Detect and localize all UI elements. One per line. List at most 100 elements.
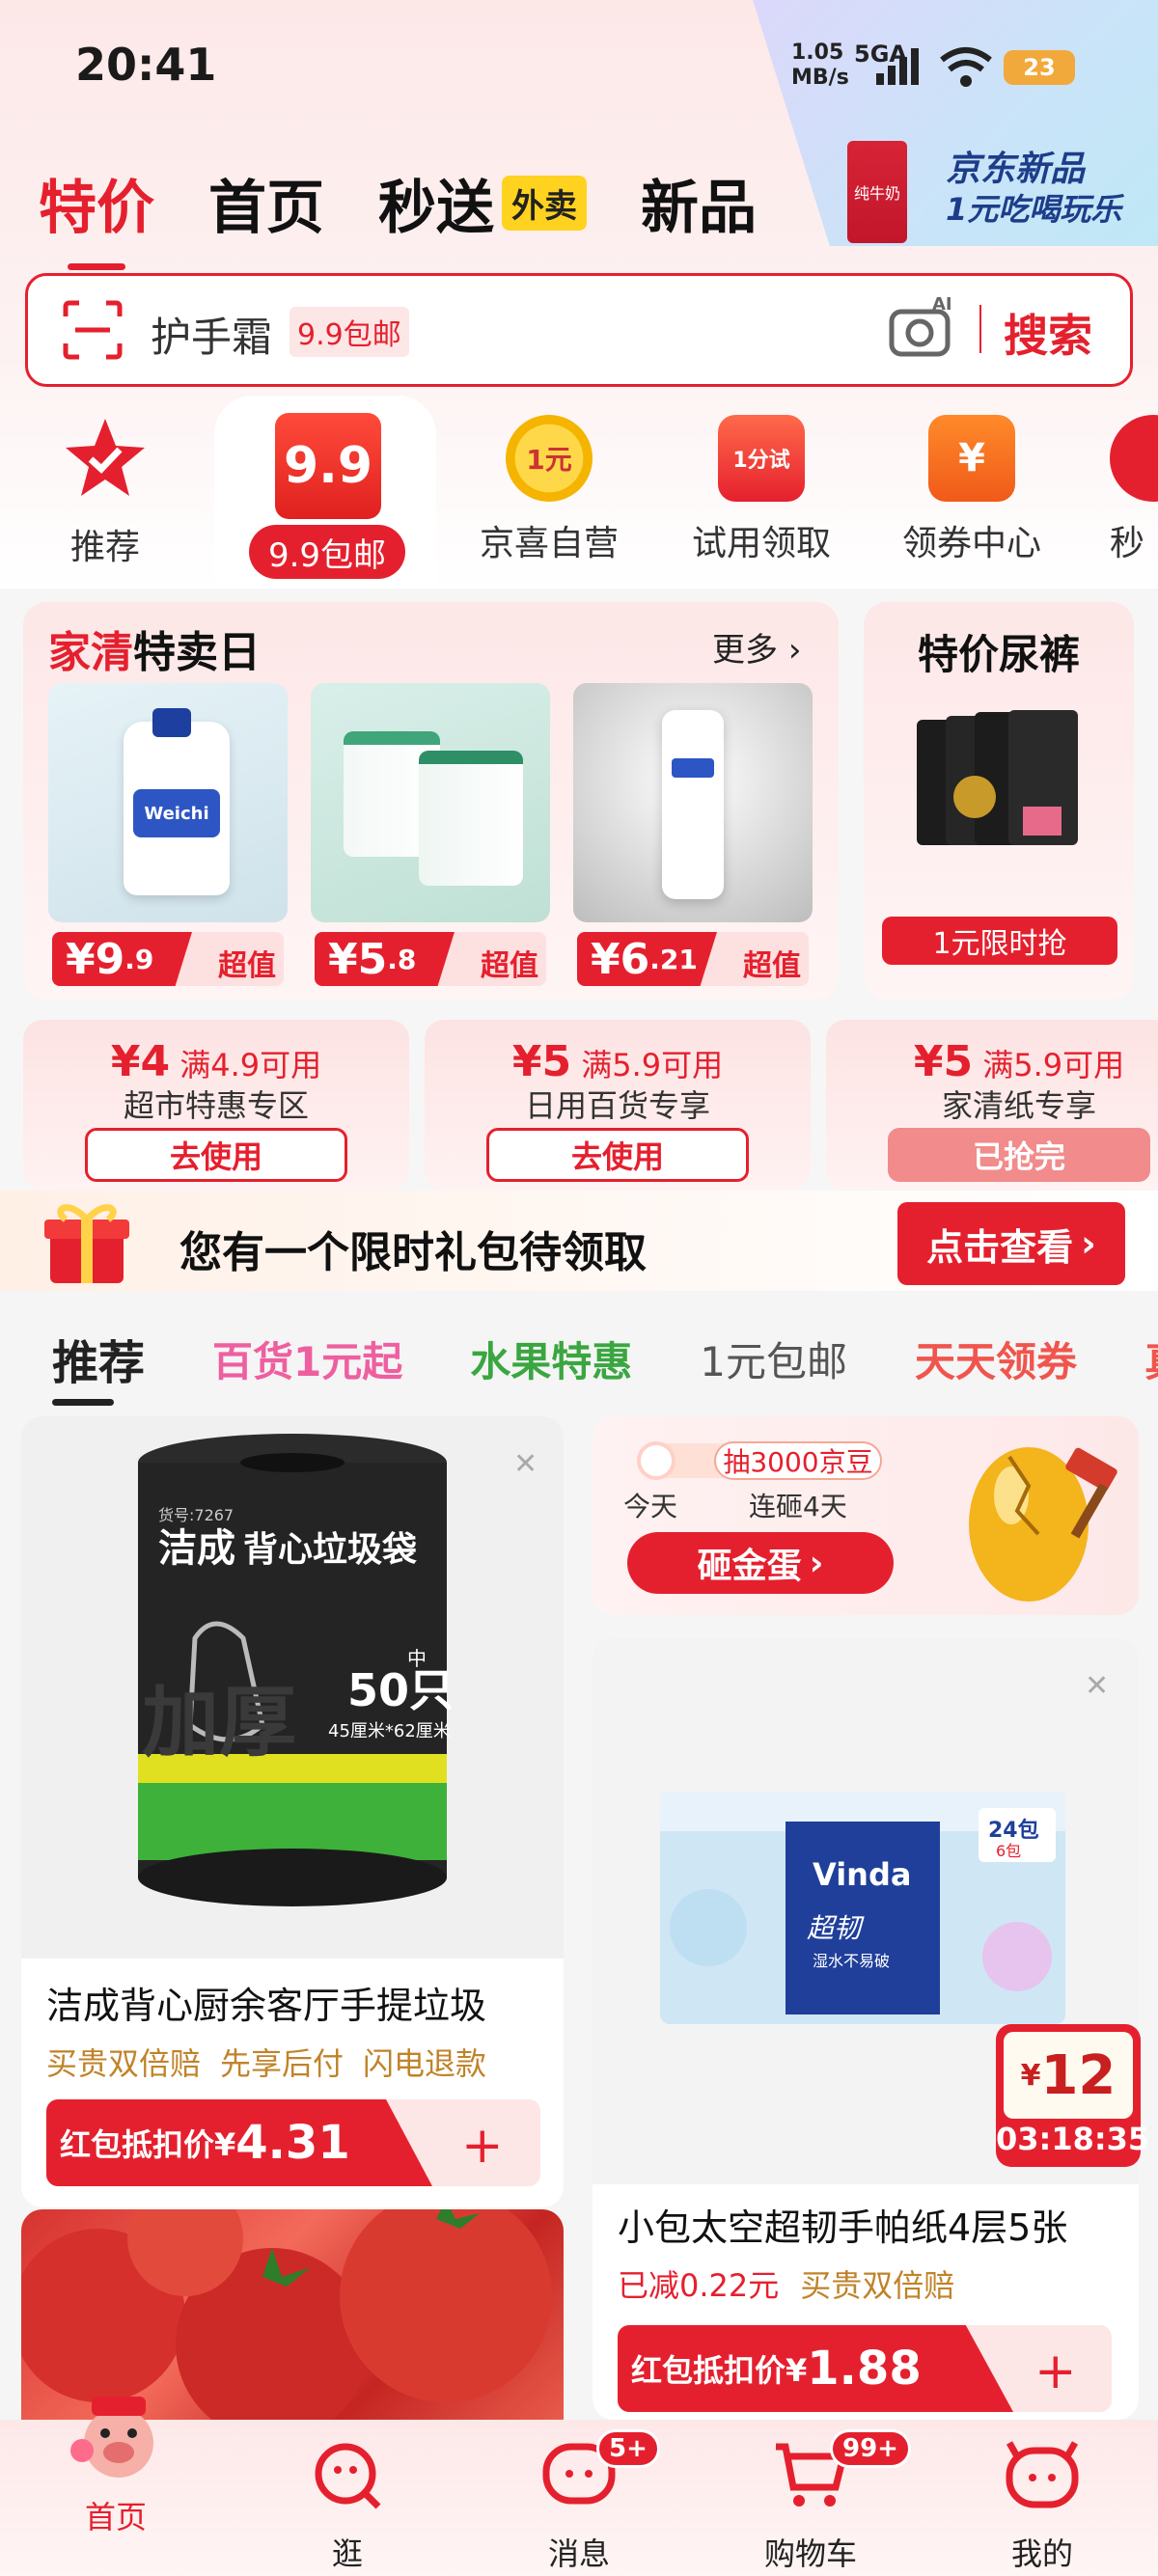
camera-ai-icon[interactable]: AI [888, 294, 955, 360]
value-tag: 超值 [743, 949, 801, 983]
detergent-bottle: Weichi [124, 708, 230, 895]
search-button[interactable]: 搜索 [1004, 301, 1092, 365]
value-tag: 超值 [218, 949, 276, 983]
product-tag: 买贵双倍赔 [800, 2267, 955, 2304]
promo-subtitle: 1元吃喝玩乐 [946, 191, 1122, 228]
scan-icon[interactable] [62, 299, 124, 361]
tissue-strong-label: 超韧 [807, 1912, 865, 1944]
category-label: 推荐 [69, 528, 140, 567]
gift-text: 您有一个限时礼包待领取 [179, 1228, 647, 1277]
tab-new[interactable]: 新品 [641, 161, 757, 245]
nav-profile[interactable]: 我的 [965, 2437, 1119, 2574]
coupon-value: 5 [541, 1037, 572, 1086]
jiaqing-title-red: 家清 [48, 628, 133, 677]
coupon-currency: ¥ [913, 1037, 944, 1086]
coupon-card[interactable]: ¥5 满5.9可用 家清纸专享 已抢完 [826, 1020, 1158, 1190]
status-speed: 1.05 MB/s [791, 41, 849, 90]
category-more[interactable]: 秒 [1110, 415, 1158, 565]
category-label: 秒 [1110, 524, 1145, 563]
feed-tab[interactable]: 百货1元起 [212, 1329, 402, 1388]
product-brand: 洁成 [158, 1526, 235, 1571]
category-recommend[interactable]: 推荐 [33, 415, 178, 569]
chevron-right-icon: › [787, 631, 802, 670]
egg-progress-dot [637, 1441, 676, 1480]
coupon-amount: ¥5 满5.9可用 [425, 1037, 811, 1086]
more-label: 更多 [712, 631, 778, 670]
jingxi-icon: 1元 [506, 415, 593, 502]
category-coupon-center[interactable]: ¥ 领券中心 [899, 415, 1044, 565]
add-to-cart-icon[interactable]: + [461, 2117, 504, 2175]
close-icon[interactable]: ✕ [513, 1447, 538, 1481]
category-99-label[interactable]: 9.9包邮 [249, 525, 405, 579]
product-tag: 闪电退款 [363, 2045, 487, 2082]
nav-browse[interactable]: 逛 [270, 2437, 425, 2574]
product-size: 45厘米*62厘米 [328, 1721, 451, 1741]
feed-tab[interactable]: 1元包邮 [700, 1329, 847, 1388]
egg-streak-label: 连砸4天 [749, 1491, 847, 1522]
home-pig-icon [70, 2397, 153, 2478]
status-time: 20:41 [75, 39, 217, 91]
tissue-roll [419, 751, 523, 886]
price-value: 1.88 [807, 2342, 922, 2396]
smash-egg-button[interactable]: 砸金蛋 › [627, 1532, 894, 1594]
tab-home[interactable]: 首页 [208, 161, 324, 245]
nav-label: 逛 [331, 2535, 363, 2572]
coupon-icon: ¥ [928, 415, 1015, 502]
category-label: 领券中心 [901, 524, 1041, 563]
bottle-cap [152, 708, 191, 737]
category-more-icon [1110, 415, 1158, 502]
nav-home[interactable]: 首页 [39, 2383, 193, 2537]
nav-cart[interactable]: 购物车 99+ [733, 2429, 911, 2574]
category-jingxi[interactable]: 1元 京喜自营 [477, 415, 621, 565]
feed-tab[interactable]: 真 [1144, 1329, 1158, 1388]
category-trial[interactable]: 1分试 试用领取 [689, 415, 834, 565]
nav-messages[interactable]: 消息 5+ [502, 2429, 660, 2574]
bottle-label: Weichi [133, 789, 220, 837]
coupon-use-button[interactable]: 去使用 [85, 1128, 347, 1182]
flash-price: ¥12 [1004, 2032, 1133, 2119]
category-99-icon[interactable]: 9.9 [275, 413, 381, 519]
flash-price-value: 12 [1040, 2043, 1117, 2107]
diaper-buy-button[interactable]: 1元限时抢 [882, 917, 1117, 965]
coupon-card[interactable]: ¥5 满5.9可用 日用百货专享 去使用 [425, 1020, 811, 1190]
gift-view-button[interactable]: 点击查看 › [897, 1202, 1125, 1285]
product-thick-stamp: 加厚 [142, 1678, 296, 1768]
promo-title: 京东新品 [946, 150, 1086, 189]
jiaqing-more-link[interactable]: 更多 › [712, 623, 801, 671]
coupon-currency: ¥ [511, 1037, 542, 1086]
cleaner-image [573, 683, 813, 922]
chevron-right-icon: › [809, 1543, 824, 1583]
coupon-use-button[interactable]: 去使用 [486, 1128, 749, 1182]
tissue-note: 湿水不易破 [813, 1952, 890, 1970]
tab-miaosong[interactable]: 秒送 [378, 161, 494, 245]
price-int: ¥6 [591, 934, 650, 984]
wifi-icon [940, 47, 992, 87]
promo-product-label: 纯牛奶 [853, 184, 900, 203]
feed-tab[interactable]: 推荐 [52, 1325, 145, 1392]
feed-tab[interactable]: 水果特惠 [470, 1329, 632, 1388]
coupon-name: 超市特惠专区 [123, 1087, 309, 1124]
waimai-badge: 外卖 [502, 175, 587, 231]
tissue-image [311, 683, 550, 922]
close-icon[interactable]: ✕ [1085, 1669, 1109, 1703]
product-brand-text: 洁成 背心垃圾袋 [158, 1526, 417, 1571]
jiaqing-product[interactable]: ¥5.8 超值 [311, 683, 550, 992]
coupon-amount: ¥5 满5.9可用 [826, 1037, 1158, 1086]
feed-tab-indicator [52, 1399, 114, 1406]
coupon-card[interactable]: ¥4 满4.9可用 超市特惠专区 去使用 [23, 1020, 409, 1190]
price-tag: ¥9.9 超值 [52, 932, 284, 986]
product-name: 背心垃圾袋 [243, 1530, 417, 1570]
diaper-title: 特价尿裤 [917, 631, 1080, 678]
product-title: 洁成背心厨余客厅手提垃圾 [46, 1985, 487, 2027]
jiaqing-product[interactable]: Weichi ¥9.9 超值 [48, 683, 288, 992]
chevron-right-icon: › [1081, 1222, 1096, 1265]
add-to-cart-icon[interactable]: + [1034, 2343, 1077, 2400]
jiaqing-product[interactable]: ¥6.21 超值 [573, 683, 813, 992]
search-input[interactable]: 护手霜 [151, 305, 272, 364]
coupon-soldout-button: 已抢完 [888, 1128, 1150, 1182]
tab-tejia[interactable]: 特价 [39, 161, 154, 270]
cleaner-label [672, 758, 714, 778]
price-prefix: 红包抵扣价¥ [60, 2126, 236, 2163]
price-prefix: 红包抵扣价¥ [631, 2352, 808, 2389]
feed-tab[interactable]: 天天领券 [915, 1329, 1077, 1388]
